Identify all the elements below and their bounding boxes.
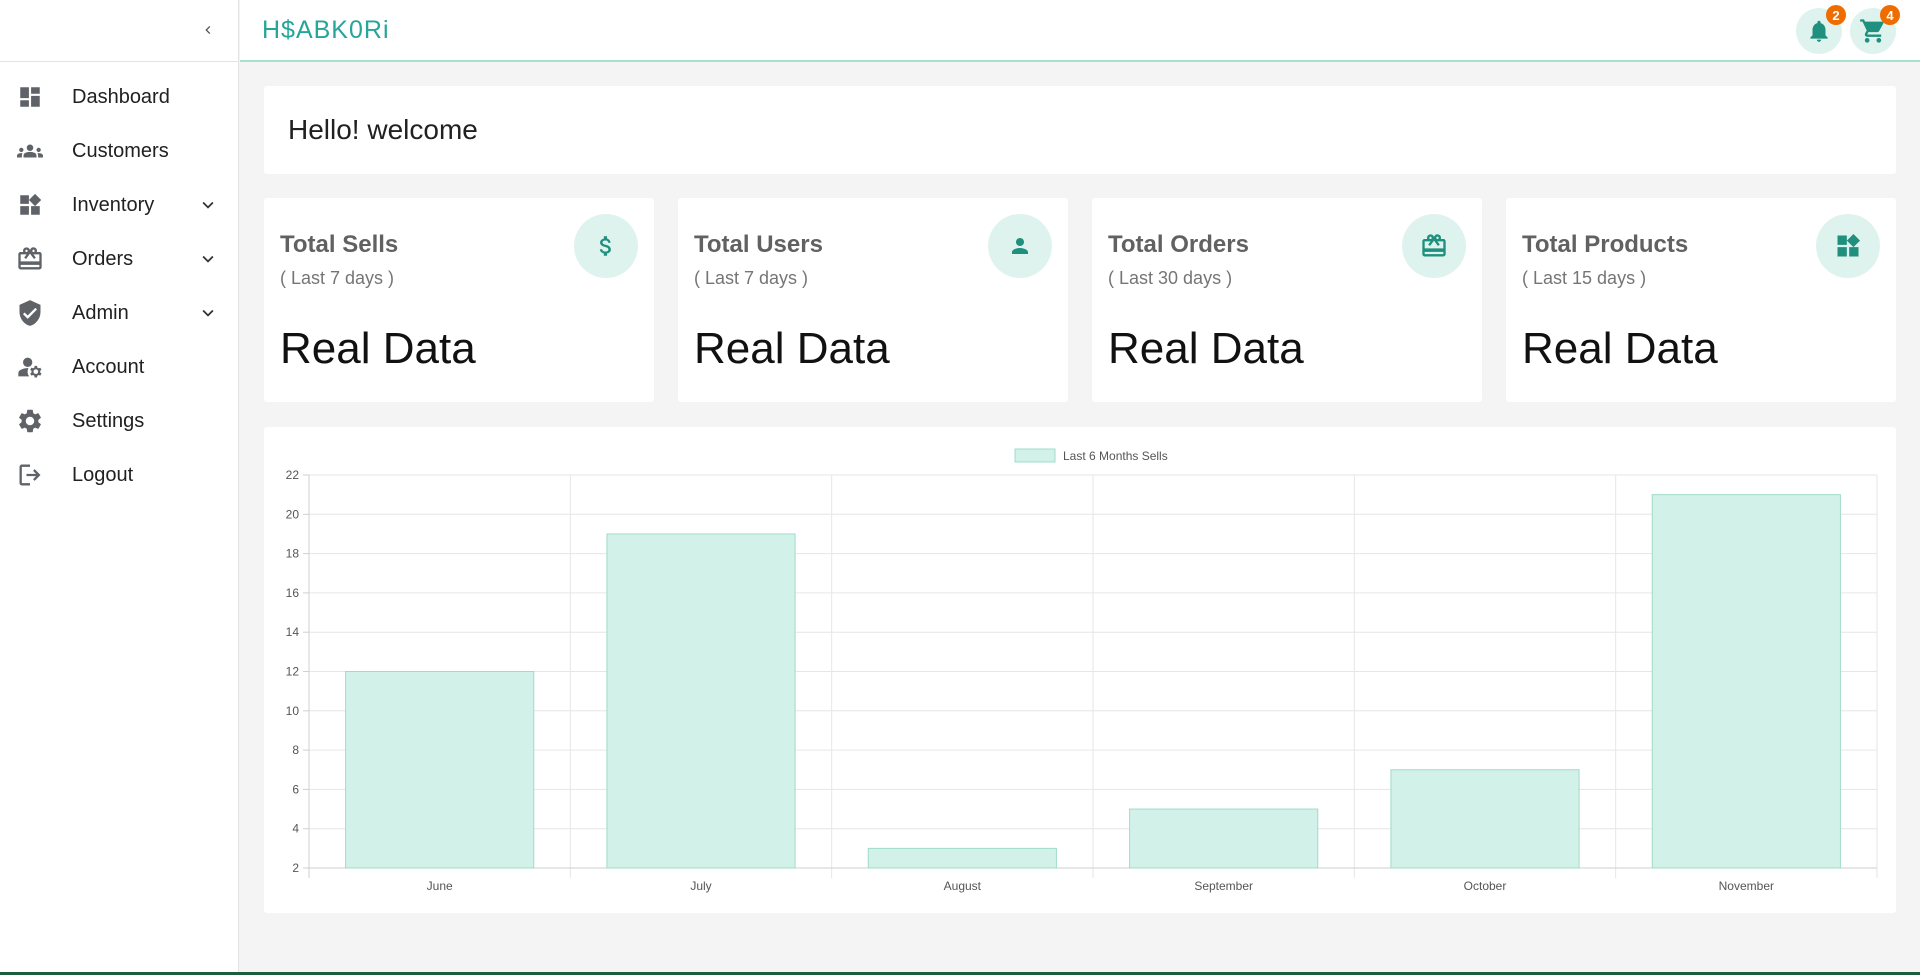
card-subtitle: ( Last 7 days ) xyxy=(694,268,809,288)
sidebar-item-label: Orders xyxy=(72,248,134,270)
y-tick-label: 4 xyxy=(292,822,299,836)
widgets-icon xyxy=(16,193,44,217)
y-tick-label: 18 xyxy=(286,547,300,561)
chevron-down-icon[interactable] xyxy=(196,301,220,325)
card-title: Total Users xyxy=(694,231,823,258)
x-tick-label: October xyxy=(1464,879,1507,893)
x-tick-label: September xyxy=(1194,879,1253,893)
sidebar-item-label: Settings xyxy=(72,410,145,432)
y-tick-label: 22 xyxy=(286,468,300,482)
widgets-icon xyxy=(1816,214,1880,278)
sidebar-item-dashboard[interactable]: Dashboard xyxy=(0,70,238,124)
bar-june xyxy=(345,671,535,869)
bar-july xyxy=(606,533,796,869)
notifications-button[interactable]: 2 xyxy=(1796,5,1846,54)
shield-check-icon xyxy=(16,300,44,326)
bar-august xyxy=(867,847,1057,869)
card-subtitle: ( Last 7 days ) xyxy=(280,268,395,288)
sales-bar-chart: 2 4 6 8 10 12 14 16 18 20 22 June July August Septembe… xyxy=(286,448,1878,893)
stat-card-total-products: Total Products ( Last 15 days ) Real Dat… xyxy=(1506,198,1896,402)
logout-icon xyxy=(16,463,44,487)
cart-button[interactable]: 4 xyxy=(1850,5,1900,54)
sidebar: Dashboard Customers Inventory Orders Adm… xyxy=(0,0,239,975)
sidebar-item-customers[interactable]: Customers xyxy=(0,124,238,178)
x-tick-label: June xyxy=(427,879,453,893)
bar-september xyxy=(1129,808,1319,869)
card-title: Total Products xyxy=(1522,231,1689,258)
card-subtitle: ( Last 30 days ) xyxy=(1108,268,1233,288)
app-logo[interactable]: H$ABK0Ri xyxy=(262,16,390,45)
card-subtitle: ( Last 15 days ) xyxy=(1522,268,1647,288)
people-icon xyxy=(16,139,44,163)
y-tick-label: 16 xyxy=(286,586,300,600)
sidebar-item-label: Inventory xyxy=(72,194,155,216)
x-tick-label: November xyxy=(1719,879,1774,893)
sidebar-item-account[interactable]: Account xyxy=(0,340,238,394)
person-icon xyxy=(988,214,1052,278)
legend-swatch xyxy=(1014,448,1056,463)
top-bar: H$ABK0Ri 2 4 xyxy=(240,0,1920,62)
sales-chart-panel: 2 4 6 8 10 12 14 16 18 20 22 June July August Septembe… xyxy=(264,427,1896,913)
sidebar-item-inventory[interactable]: Inventory xyxy=(0,178,238,232)
stat-card-total-users: Total Users ( Last 7 days ) Real Data xyxy=(678,198,1068,402)
y-tick-label: 20 xyxy=(286,507,300,521)
card-title: Total Orders xyxy=(1108,231,1249,258)
sidebar-item-logout[interactable]: Logout xyxy=(0,448,238,502)
sidebar-header xyxy=(0,0,238,62)
cart-count-badge: 4 xyxy=(1880,5,1900,25)
y-tick-label: 14 xyxy=(286,625,300,639)
welcome-heading: Hello! welcome xyxy=(288,114,478,145)
y-tick-label: 2 xyxy=(292,861,299,875)
manage-accounts-icon xyxy=(16,355,44,379)
sidebar-item-label: Dashboard xyxy=(72,86,170,108)
sidebar-item-admin[interactable]: Admin xyxy=(0,286,238,340)
chevron-left-icon xyxy=(205,26,211,34)
stat-card-total-sells: Total Sells ( Last 7 days ) Real Data xyxy=(264,198,654,402)
card-title: Total Sells xyxy=(280,231,399,258)
y-tick-label: 12 xyxy=(286,665,300,679)
stat-card-total-orders: Total Orders ( Last 30 days ) Real Data xyxy=(1092,198,1482,402)
card-value: Real Data xyxy=(694,324,890,373)
notifications-count-badge: 2 xyxy=(1826,5,1846,25)
bar-november xyxy=(1651,494,1841,869)
sidebar-item-settings[interactable]: Settings xyxy=(0,394,238,448)
y-tick-label: 8 xyxy=(292,743,299,757)
sidebar-nav: Dashboard Customers Inventory Orders Adm… xyxy=(0,62,238,502)
y-tick-label: 10 xyxy=(286,704,300,718)
sidebar-item-label: Customers xyxy=(72,140,169,162)
card-value: Real Data xyxy=(1108,324,1304,373)
chevron-down-icon[interactable] xyxy=(196,247,220,271)
legend-label: Last 6 Months Sells xyxy=(1063,449,1168,463)
card-giftcard-icon xyxy=(1402,214,1466,278)
x-tick-label: July xyxy=(690,879,711,893)
x-tick-label: August xyxy=(944,879,982,893)
sidebar-item-label: Account xyxy=(72,356,145,378)
sidebar-item-label: Admin xyxy=(72,302,129,324)
sidebar-item-label: Logout xyxy=(72,464,134,486)
gear-icon xyxy=(16,409,44,433)
collapse-sidebar-button[interactable] xyxy=(196,18,220,42)
welcome-panel: Hello! welcome xyxy=(264,86,1896,174)
dollar-icon xyxy=(574,214,638,278)
card-giftcard-icon xyxy=(16,247,44,271)
chevron-down-icon[interactable] xyxy=(196,193,220,217)
card-value: Real Data xyxy=(280,324,476,373)
y-tick-label: 6 xyxy=(292,782,299,796)
bar-october xyxy=(1390,769,1580,869)
card-value: Real Data xyxy=(1522,324,1718,373)
dashboard-icon xyxy=(16,85,44,109)
sidebar-item-orders[interactable]: Orders xyxy=(0,232,238,286)
